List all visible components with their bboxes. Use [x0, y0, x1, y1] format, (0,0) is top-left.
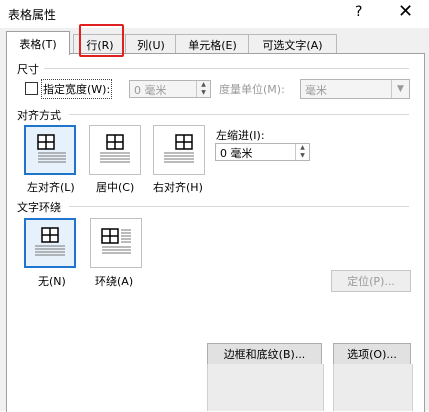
- wrapping-section-label: 文字环绕: [17, 201, 61, 214]
- align-left-label: 左对齐(L): [27, 181, 75, 194]
- indent-label: 左缩进(I):: [216, 129, 265, 142]
- specify-width-label: 指定宽度(W):: [40, 79, 113, 99]
- indent-down-icon[interactable]: ▼: [296, 152, 309, 160]
- align-center-icon: [100, 134, 130, 163]
- button-area-shadow: [207, 364, 324, 411]
- stepper-up-icon[interactable]: ▲: [197, 81, 210, 89]
- wrapping-divider: [69, 206, 409, 207]
- help-icon[interactable]: ?: [355, 4, 362, 20]
- wrap-around-icon: [101, 228, 131, 254]
- tab-cell[interactable]: 单元格(E): [175, 34, 250, 54]
- alignment-section-label: 对齐方式: [17, 109, 61, 122]
- indent-stepper[interactable]: 0 毫米 ▲ ▼: [215, 143, 310, 161]
- wrap-around-label: 环绕(A): [95, 275, 134, 288]
- tab-column[interactable]: 列(U): [125, 34, 177, 54]
- close-icon[interactable]: ✕: [398, 1, 413, 22]
- align-center-label: 居中(C): [96, 181, 135, 194]
- wrap-around-option[interactable]: [90, 218, 142, 268]
- width-stepper[interactable]: 0 毫米 ▲ ▼: [129, 80, 211, 98]
- size-divider: [44, 68, 409, 69]
- align-center-option[interactable]: [89, 125, 141, 175]
- tab-alt-text[interactable]: 可选文字(A): [248, 34, 337, 54]
- align-right-icon: [164, 134, 194, 163]
- dialog-title: 表格属性: [8, 8, 57, 22]
- title-bar: 表格属性 ? ✕: [0, 0, 429, 28]
- options-button[interactable]: 选项(O)...: [333, 343, 411, 365]
- align-right-option[interactable]: [153, 125, 205, 175]
- wrap-none-icon: [35, 227, 65, 256]
- tab-table[interactable]: 表格(T): [6, 31, 70, 55]
- position-button[interactable]: 定位(P)...: [331, 270, 411, 292]
- highlight-box: [79, 24, 124, 57]
- indent-up-icon[interactable]: ▲: [296, 144, 309, 152]
- align-left-option[interactable]: [24, 125, 76, 175]
- unit-select[interactable]: 毫米 ▼: [300, 79, 410, 99]
- size-section-label: 尺寸: [17, 63, 39, 76]
- borders-shading-button[interactable]: 边框和底纹(B)...: [207, 343, 322, 365]
- button-area-shadow-2: [333, 364, 413, 411]
- table-properties-dialog: 表格属性 ? ✕ 表格(T) 行(R) 列(U) 单元格(E) 可选文字(A) …: [0, 0, 429, 412]
- specify-width-checkbox[interactable]: [25, 82, 38, 95]
- align-right-label: 右对齐(H): [153, 181, 203, 194]
- wrap-none-label: 无(N): [38, 275, 66, 288]
- stepper-down-icon[interactable]: ▼: [197, 89, 210, 97]
- wrap-none-option[interactable]: [24, 218, 76, 268]
- chevron-down-icon[interactable]: ▼: [391, 80, 409, 98]
- align-left-icon: [37, 134, 66, 163]
- alignment-divider: [69, 114, 409, 115]
- unit-label: 度量单位(M):: [219, 83, 285, 96]
